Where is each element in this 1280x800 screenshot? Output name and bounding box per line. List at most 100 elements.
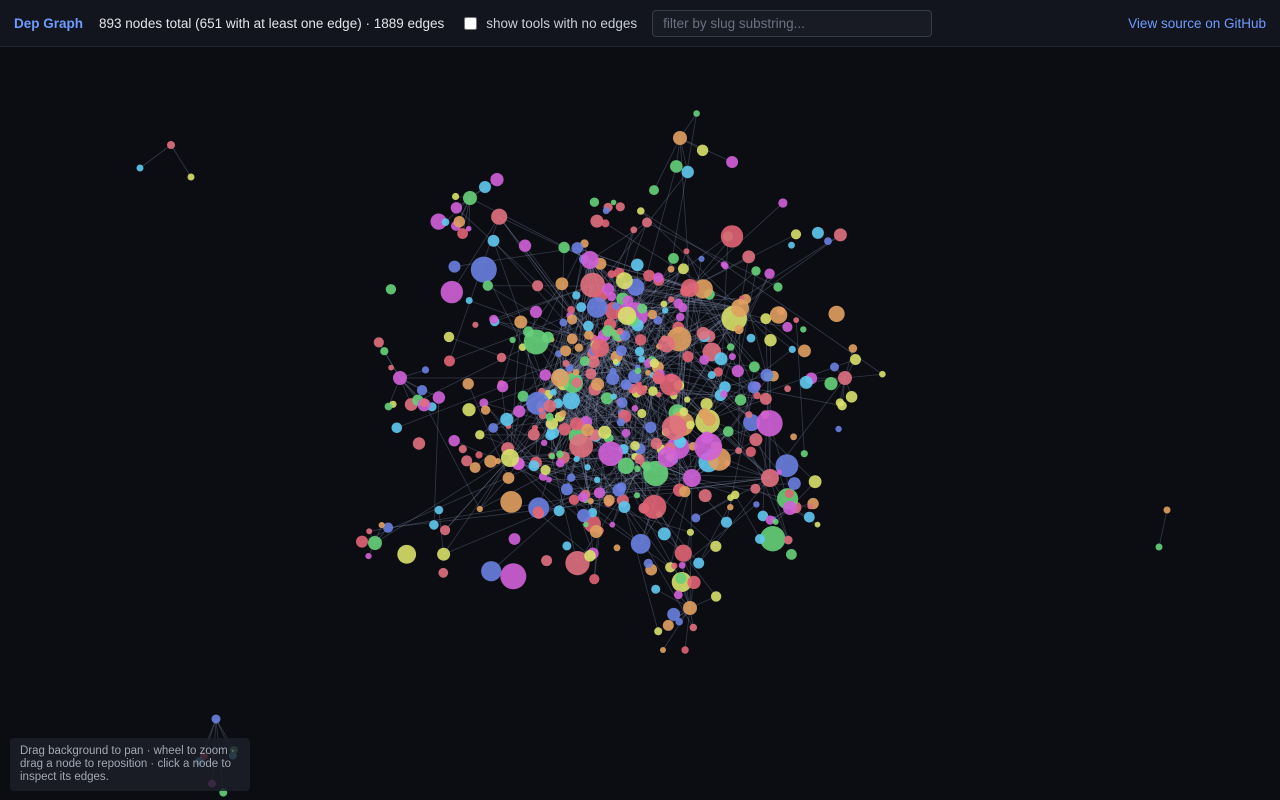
- graph-node[interactable]: [671, 562, 678, 569]
- graph-node[interactable]: [707, 371, 716, 380]
- graph-node[interactable]: [594, 476, 601, 483]
- graph-node[interactable]: [384, 402, 393, 411]
- graph-node[interactable]: [571, 242, 584, 254]
- graph-node[interactable]: [662, 619, 674, 631]
- graph-node[interactable]: [761, 469, 779, 487]
- graph-node[interactable]: [759, 392, 772, 405]
- dependency-graph-canvas[interactable]: [0, 48, 1280, 800]
- graph-node[interactable]: [136, 164, 144, 172]
- graph-node[interactable]: [623, 381, 632, 390]
- graph-node[interactable]: [756, 410, 783, 437]
- graph-node[interactable]: [683, 469, 701, 487]
- graph-node[interactable]: [441, 218, 450, 227]
- graph-node[interactable]: [641, 461, 651, 471]
- graph-node[interactable]: [587, 498, 594, 505]
- graph-node[interactable]: [432, 391, 446, 404]
- graph-node[interactable]: [429, 520, 439, 530]
- graph-node[interactable]: [437, 547, 451, 561]
- graph-node[interactable]: [496, 352, 507, 363]
- graph-node[interactable]: [649, 358, 660, 368]
- graph-node[interactable]: [788, 345, 796, 353]
- graph-node[interactable]: [476, 505, 483, 513]
- graph-node[interactable]: [167, 141, 175, 149]
- graph-node[interactable]: [734, 324, 744, 335]
- graph-node[interactable]: [545, 412, 554, 421]
- graph-node[interactable]: [443, 331, 455, 343]
- graph-node[interactable]: [773, 282, 783, 292]
- graph-node[interactable]: [837, 401, 847, 411]
- graph-node[interactable]: [714, 352, 728, 366]
- graph-node[interactable]: [662, 307, 669, 314]
- graph-node[interactable]: [470, 256, 497, 283]
- graph-node[interactable]: [434, 505, 444, 515]
- github-source-link[interactable]: View source on GitHub: [1128, 16, 1266, 31]
- graph-node[interactable]: [508, 533, 521, 545]
- graph-node[interactable]: [584, 464, 591, 471]
- graph-node[interactable]: [728, 353, 736, 361]
- graph-node[interactable]: [453, 216, 465, 228]
- graph-node[interactable]: [528, 460, 540, 472]
- graph-node[interactable]: [549, 388, 557, 396]
- graph-node[interactable]: [421, 366, 430, 374]
- graph-node[interactable]: [735, 447, 742, 455]
- graph-node[interactable]: [675, 617, 683, 626]
- graph-node[interactable]: [783, 535, 793, 545]
- graph-node[interactable]: [616, 272, 633, 290]
- graph-node[interactable]: [764, 268, 775, 279]
- graph-node[interactable]: [617, 306, 637, 325]
- graph-node[interactable]: [634, 367, 642, 375]
- graph-node[interactable]: [555, 458, 565, 468]
- show-isolated-checkbox[interactable]: [464, 16, 478, 30]
- graph-node[interactable]: [613, 544, 621, 552]
- graph-node[interactable]: [696, 144, 709, 156]
- graph-node[interactable]: [586, 297, 608, 318]
- graph-node[interactable]: [490, 173, 504, 187]
- graph-node[interactable]: [778, 198, 788, 208]
- graph-node[interactable]: [555, 277, 569, 291]
- graph-node[interactable]: [581, 423, 594, 437]
- graph-node[interactable]: [699, 354, 710, 365]
- graph-node[interactable]: [751, 266, 761, 276]
- graph-node[interactable]: [612, 483, 626, 497]
- graph-node[interactable]: [645, 369, 651, 376]
- graph-node[interactable]: [412, 437, 426, 450]
- graph-node[interactable]: [356, 535, 368, 548]
- graph-node[interactable]: [702, 412, 716, 426]
- graph-node[interactable]: [653, 272, 664, 283]
- graph-node[interactable]: [479, 181, 491, 193]
- graph-node[interactable]: [734, 394, 747, 406]
- graph-node[interactable]: [602, 207, 610, 215]
- graph-node[interactable]: [681, 279, 699, 297]
- graph-node[interactable]: [457, 228, 468, 239]
- graph-node[interactable]: [397, 544, 417, 564]
- graph-node[interactable]: [835, 425, 842, 433]
- graph-node[interactable]: [790, 229, 802, 240]
- graph-node[interactable]: [572, 368, 580, 376]
- graph-node[interactable]: [726, 343, 735, 351]
- graph-node[interactable]: [691, 513, 701, 523]
- graph-node[interactable]: [649, 185, 659, 196]
- graph-node[interactable]: [750, 483, 761, 494]
- graph-node[interactable]: [630, 226, 638, 234]
- graph-node[interactable]: [584, 330, 594, 340]
- graph-node[interactable]: [487, 234, 500, 247]
- graph-node[interactable]: [670, 160, 683, 173]
- graph-node[interactable]: [541, 555, 553, 567]
- graph-node[interactable]: [700, 398, 713, 411]
- graph-node[interactable]: [660, 373, 683, 396]
- graph-node[interactable]: [463, 191, 477, 205]
- graph-node[interactable]: [749, 433, 763, 447]
- graph-node[interactable]: [755, 534, 765, 544]
- graph-node[interactable]: [543, 399, 557, 413]
- graph-node[interactable]: [500, 491, 523, 513]
- graph-node[interactable]: [673, 590, 683, 600]
- graph-node[interactable]: [574, 343, 583, 352]
- graph-node[interactable]: [482, 280, 493, 291]
- graph-node[interactable]: [814, 521, 821, 528]
- graph-node[interactable]: [784, 385, 791, 393]
- graph-node[interactable]: [720, 390, 728, 398]
- graph-node[interactable]: [731, 365, 744, 378]
- graph-node[interactable]: [609, 521, 616, 528]
- graph-node[interactable]: [589, 197, 600, 207]
- graph-node[interactable]: [591, 377, 605, 391]
